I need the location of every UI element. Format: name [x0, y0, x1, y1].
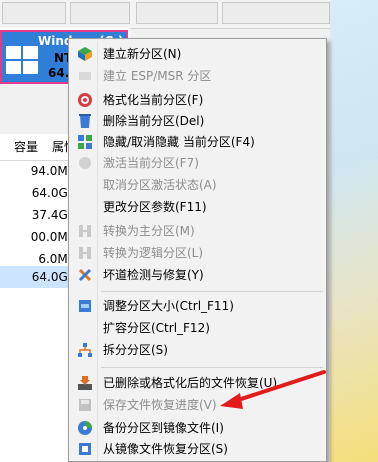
menu-item-delete-partition[interactable]: 删除当前分区(Del): [71, 110, 324, 132]
activate-icon: [79, 157, 91, 169]
menu-separator: [101, 291, 323, 292]
recycle-bin-icon: [79, 114, 91, 128]
windows-logo-icon: [6, 46, 40, 76]
deactivate-icon: [77, 177, 93, 193]
resize-icon: [79, 300, 91, 312]
menu-item-split-partition[interactable]: 拆分分区(S): [71, 339, 324, 361]
menu-separator: [101, 367, 323, 368]
hide-partition-icon: [78, 135, 92, 149]
menu-item-activate-partition[interactable]: 激活当前分区(F7): [71, 152, 324, 174]
table-row[interactable]: 37.4GB: [0, 204, 76, 226]
menu-item-create-esp-msr[interactable]: 建立 ESP/MSR 分区: [71, 65, 324, 87]
menu-item-new-partition[interactable]: 建立新分区(N): [71, 43, 324, 65]
menu-item-save-recovery-progress[interactable]: 保存文件恢复进度(V): [71, 394, 324, 416]
disk-map-segment[interactable]: [70, 2, 130, 24]
convert-primary-icon: [79, 225, 91, 237]
table-row[interactable]: 94.0MB: [0, 160, 76, 182]
desktop-background: [330, 0, 378, 462]
split-icon: [78, 343, 92, 357]
table-row[interactable]: 00.0MB: [0, 226, 76, 248]
disk-map-segment[interactable]: [222, 2, 330, 24]
menu-item-file-recovery[interactable]: 已删除或格式化后的文件恢复(U): [71, 372, 324, 394]
file-recovery-icon: [78, 376, 92, 390]
column-header-capacity[interactable]: 容量: [14, 138, 38, 155]
disk-map-segment[interactable]: [136, 2, 218, 24]
menu-item-backup-to-image[interactable]: 备份分区到镜像文件(I): [71, 417, 324, 439]
table-row-selected[interactable]: 64.0GB: [0, 266, 76, 288]
format-icon: [78, 93, 92, 107]
tools-icon: [78, 268, 92, 282]
menu-item-convert-primary[interactable]: 转换为主分区(M): [71, 220, 324, 242]
restore-image-icon: [79, 443, 91, 455]
menu-item-format-partition[interactable]: 格式化当前分区(F): [71, 89, 324, 111]
partition-context-menu: 建立新分区(N) 建立 ESP/MSR 分区 格式化当前分区(F) 删除当前分区…: [68, 38, 327, 462]
disk-map-segment[interactable]: [2, 2, 66, 24]
backup-image-icon: [78, 421, 92, 435]
esp-msr-icon: [79, 72, 91, 80]
menu-item-hide-partition[interactable]: 隐藏/取消隐藏 当前分区(F4): [71, 131, 324, 153]
menu-item-restore-from-image[interactable]: 从镜像文件恢复分区(S): [71, 438, 324, 460]
menu-item-deactivate-partition[interactable]: 取消分区激活状态(A): [71, 174, 324, 196]
save-progress-icon: [79, 399, 91, 411]
menu-item-resize-partition[interactable]: 调整分区大小(Ctrl_F11): [71, 295, 324, 317]
menu-item-bad-sector-repair[interactable]: 坏道检测与修复(Y): [71, 264, 324, 286]
menu-item-extend-partition[interactable]: 扩容分区(Ctrl_F12): [71, 317, 324, 339]
menu-item-convert-logical[interactable]: 转换为逻辑分区(L): [71, 242, 324, 264]
disk-map-strip: [0, 0, 330, 29]
new-partition-icon: [78, 47, 92, 61]
menu-item-change-parameters[interactable]: 更改分区参数(F11): [71, 196, 324, 218]
convert-logical-icon: [79, 247, 91, 259]
table-row[interactable]: 64.0GB: [0, 182, 76, 204]
